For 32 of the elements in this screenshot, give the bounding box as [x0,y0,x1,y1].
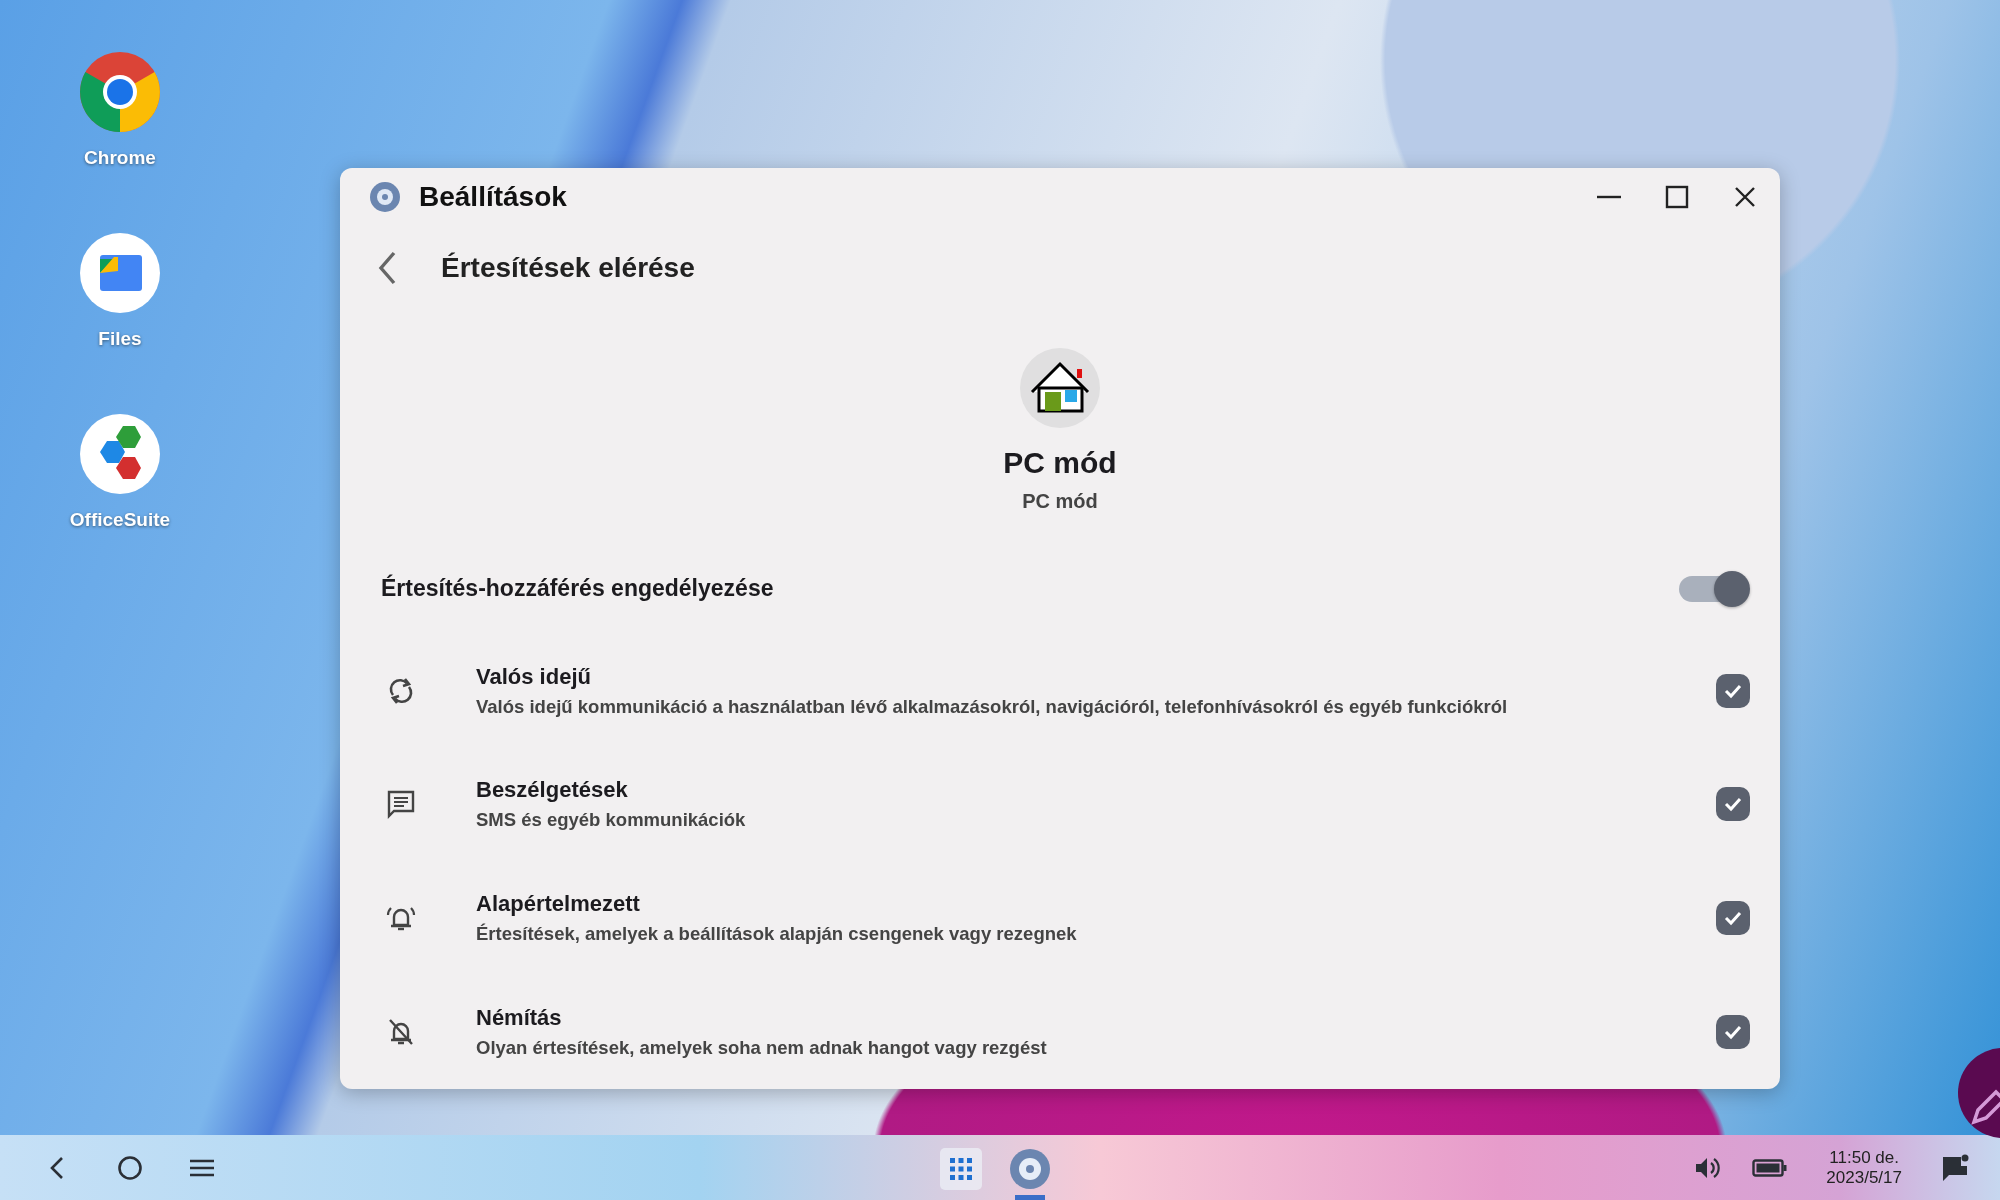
notification-icon[interactable] [1940,1152,1970,1183]
toggle-switch[interactable] [1678,570,1750,607]
app-label[interactable]: OfficeSuite [69,509,171,531]
clock-time: 11:50 de. [1829,1147,1899,1168]
setting-label: Értesítés-hozzáférés engedélyezése [381,575,774,603]
checkbox[interactable] [1716,1015,1750,1050]
category-title: Valós idejű [476,663,592,690]
folder-app-icon[interactable] [80,233,160,313]
clock-date: 2023/5/17 [1826,1167,1902,1188]
app-label[interactable]: Files [98,328,142,350]
category-description: Olyan értesítések, amelyek soha nem adnak hangot vagy rezgést [476,1037,1047,1060]
message-icon [385,788,417,821]
browser-app-icon[interactable] [80,52,160,132]
app-name: PC mód [1003,445,1117,480]
back-button[interactable] [377,249,397,286]
category-description: Értesítések, amelyek a beállítások alapján csengenek vagy rezegnek [476,923,1077,946]
category-description: SMS és egyéb kommunikációk [476,809,746,832]
app-subtitle: PC mód [1022,489,1098,513]
category-title: Beszélgetések [476,777,629,804]
checkbox[interactable] [1716,901,1750,936]
checkbox[interactable] [1716,787,1750,822]
app-label[interactable]: Chrome [84,147,156,169]
category-title: Alapértelmezett [476,891,641,918]
category-title: Némítás [476,1005,563,1032]
gear-icon [370,181,400,212]
house-app-icon [1020,347,1100,428]
page-title: Értesítések elérése [441,251,695,284]
cubes-app-icon[interactable] [80,414,160,494]
category-description: Valós idejű kommunikáció a használatban lévő alkalmazásokról, navigációról, telefonhívásokról és egyéb funkciókról [476,695,1508,718]
battery-icon[interactable] [1752,1157,1789,1178]
checkbox[interactable] [1716,673,1750,708]
window-title: Beállítások [419,180,567,213]
